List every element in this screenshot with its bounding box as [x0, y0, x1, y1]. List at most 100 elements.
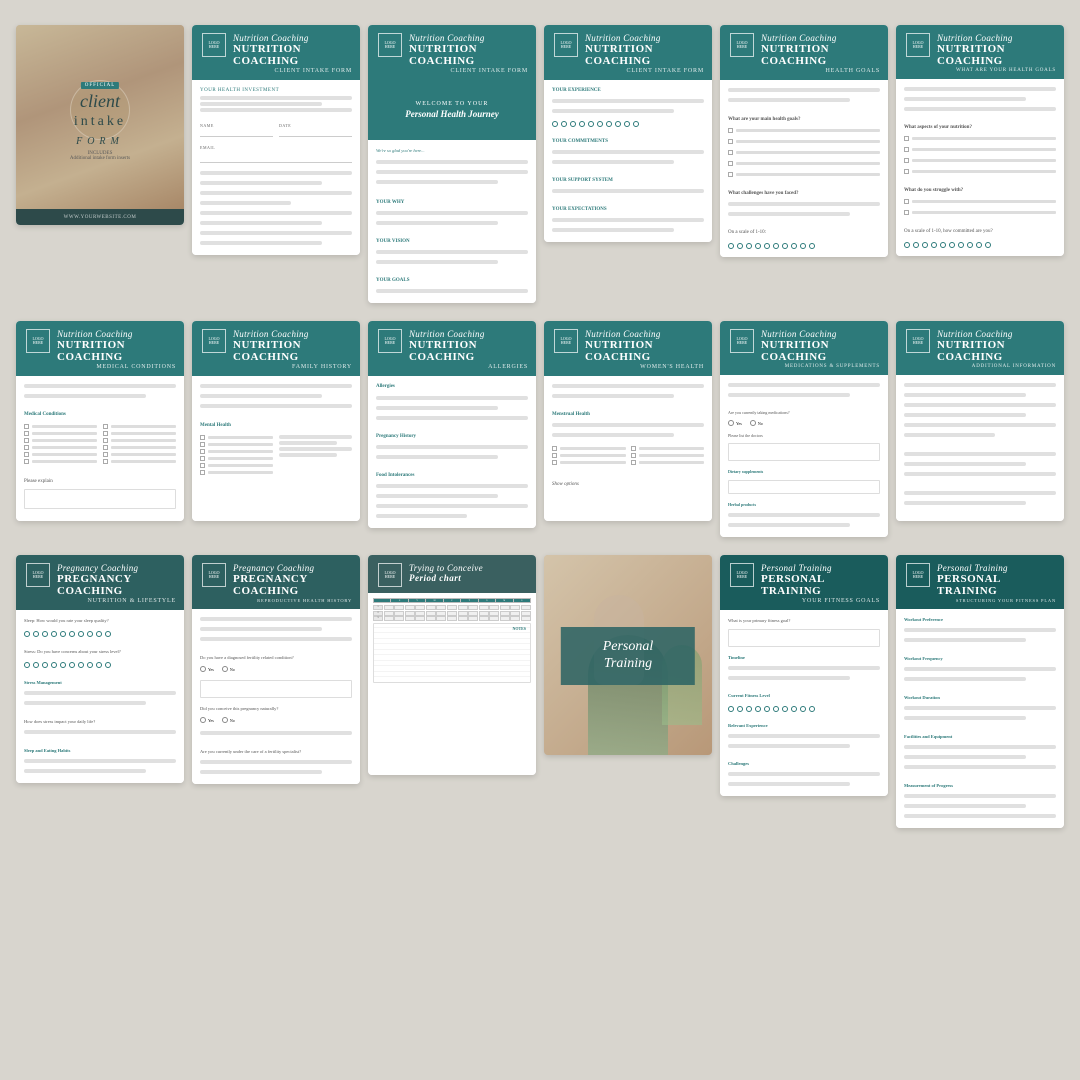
card-category: Nutrition Coaching: [761, 329, 880, 339]
checkbox[interactable]: [24, 424, 29, 429]
card-category: Nutrition Coaching: [937, 33, 1056, 43]
medications-question: Are you currently taking medications?: [728, 410, 880, 415]
checkbox[interactable]: [904, 158, 909, 163]
cover-footer-text: WWW.YOURWEBSITE.COM: [64, 215, 137, 220]
pregnancy-naturally-question: Did you conceive this pregnancy naturall…: [200, 706, 352, 711]
card-title-area: Nutrition Coaching Nutrition Coaching ME…: [57, 329, 176, 370]
checkbox[interactable]: [103, 438, 108, 443]
checkbox[interactable]: [728, 161, 733, 166]
logo-area: LOGOHERE: [728, 563, 756, 587]
content-line: [200, 637, 352, 641]
checkbox[interactable]: [103, 452, 108, 457]
checkbox[interactable]: [904, 169, 909, 174]
checkbox[interactable]: [24, 431, 29, 436]
logo-box: LOGOHERE: [26, 563, 50, 587]
card-body-1: YOUR HEALTH INVESTMENT NAME DATE EMAIL: [192, 80, 360, 255]
goals-question-2: What challenges have you faced?: [728, 191, 880, 196]
checkbox[interactable]: [728, 128, 733, 133]
checkbox[interactable]: [552, 460, 557, 465]
form-field-name[interactable]: [200, 129, 273, 137]
checkbox[interactable]: [200, 470, 205, 475]
card-title-area: Nutrition Coaching Nutrition Coaching CL…: [585, 33, 704, 74]
checkbox[interactable]: [200, 463, 205, 468]
menstrual-title: Menstrual Health: [552, 412, 704, 417]
checkbox[interactable]: [103, 445, 108, 450]
card-subtitle: MEDICAL CONDITIONS: [96, 364, 176, 370]
checkbox[interactable]: [200, 449, 205, 454]
checkbox[interactable]: [552, 446, 557, 451]
checkbox[interactable]: [24, 459, 29, 464]
medications-list-box[interactable]: [728, 443, 880, 461]
checkbox[interactable]: [631, 460, 636, 465]
explain-box[interactable]: [24, 489, 176, 509]
card-header-pc: LOGOHERE Trying to Conceive Period chart: [368, 555, 536, 593]
card-bold-title: Nutrition Coaching: [233, 43, 352, 67]
checkbox[interactable]: [904, 147, 909, 152]
logo-box: LOGOHERE: [378, 329, 402, 353]
checkbox[interactable]: [200, 456, 205, 461]
checkbox[interactable]: [103, 431, 108, 436]
show-options: Show options: [552, 482, 704, 487]
logo-area: LOGOHERE: [200, 329, 228, 353]
card-category: Nutrition Coaching: [233, 33, 352, 43]
fitness-scale: [728, 706, 880, 712]
checkbox[interactable]: [24, 438, 29, 443]
card-subtitle: CLIENT INTAKE FORM: [275, 68, 352, 74]
medical-conditions-card: LOGOHERE Nutrition Coaching Nutrition Co…: [16, 321, 184, 521]
checkbox[interactable]: [552, 453, 557, 458]
fertility-detail-box[interactable]: [200, 680, 352, 698]
checkbox[interactable]: [103, 424, 108, 429]
checkbox[interactable]: [904, 199, 909, 204]
logo-box: LOGOHERE: [730, 329, 754, 353]
logo-area: LOGOHERE: [376, 329, 404, 353]
sleep-question: Sleep: How would you rate your sleep qua…: [24, 618, 176, 623]
content-line: [728, 782, 850, 786]
checkbox[interactable]: [904, 136, 909, 141]
content-line: [904, 501, 1026, 505]
card-header-mc: LOGOHERE Nutrition Coaching Nutrition Co…: [16, 321, 184, 376]
card-body-wh: Menstrual Health Show opt: [544, 376, 712, 521]
content-line: [552, 218, 704, 222]
checkbox[interactable]: [200, 435, 205, 440]
period-chart-card: LOGOHERE Trying to Conceive Period chart: [368, 555, 536, 775]
row-2: LOGOHERE Nutrition Coaching Nutrition Co…: [10, 321, 1070, 537]
logo-box: LOGOHERE: [730, 33, 754, 57]
checkbox-label: [111, 425, 176, 428]
checkbox[interactable]: [103, 459, 108, 464]
checkbox[interactable]: [200, 442, 205, 447]
checkbox[interactable]: [631, 453, 636, 458]
checkbox[interactable]: [24, 452, 29, 457]
checkbox[interactable]: [904, 210, 909, 215]
please-explain: Please explain: [24, 479, 176, 484]
timeline-title: Timeline: [728, 655, 880, 660]
card-subtitle: WHAT ARE YOUR HEALTH GOALS: [956, 68, 1056, 73]
card-title-area: Nutrition Coaching Nutrition Coaching ME…: [761, 329, 880, 369]
content-line: [904, 462, 1026, 466]
card-body-3: We're so glad you're here... Your Why Yo…: [368, 140, 536, 303]
checkbox-label: [111, 439, 176, 442]
checkbox[interactable]: [728, 139, 733, 144]
logo-area: LOGOHERE: [376, 563, 404, 587]
logo-area: LOGOHERE: [24, 563, 52, 587]
checkbox-label: [736, 162, 880, 165]
checkbox-label: [639, 454, 705, 457]
form-field-email[interactable]: [200, 155, 352, 163]
form-field-date[interactable]: [279, 129, 352, 137]
content-line: [279, 435, 352, 439]
checkbox[interactable]: [24, 445, 29, 450]
card-subtitle: FAMILY HISTORY: [292, 364, 352, 370]
dietary-supp-box[interactable]: [728, 480, 880, 494]
card-subtitle: REPRODUCTIVE HEALTH HISTORY: [257, 598, 352, 603]
content-line: [376, 406, 498, 410]
fitness-goals-box[interactable]: [728, 629, 880, 647]
content-line: [904, 452, 1056, 456]
section-support: Your Support System: [552, 178, 704, 183]
checkbox[interactable]: [728, 150, 733, 155]
card-title-area: Pregnancy Coaching Pregnancy Coaching NU…: [57, 563, 176, 604]
card-header-fp: LOGOHERE Personal Training Personal Trai…: [896, 555, 1064, 609]
checkbox[interactable]: [631, 446, 636, 451]
form-label: EMAIL: [200, 145, 352, 150]
card-bold-title: Nutrition Coaching: [937, 339, 1056, 363]
card-bold-title: Nutrition Coaching: [585, 339, 704, 363]
checkbox[interactable]: [728, 172, 733, 177]
